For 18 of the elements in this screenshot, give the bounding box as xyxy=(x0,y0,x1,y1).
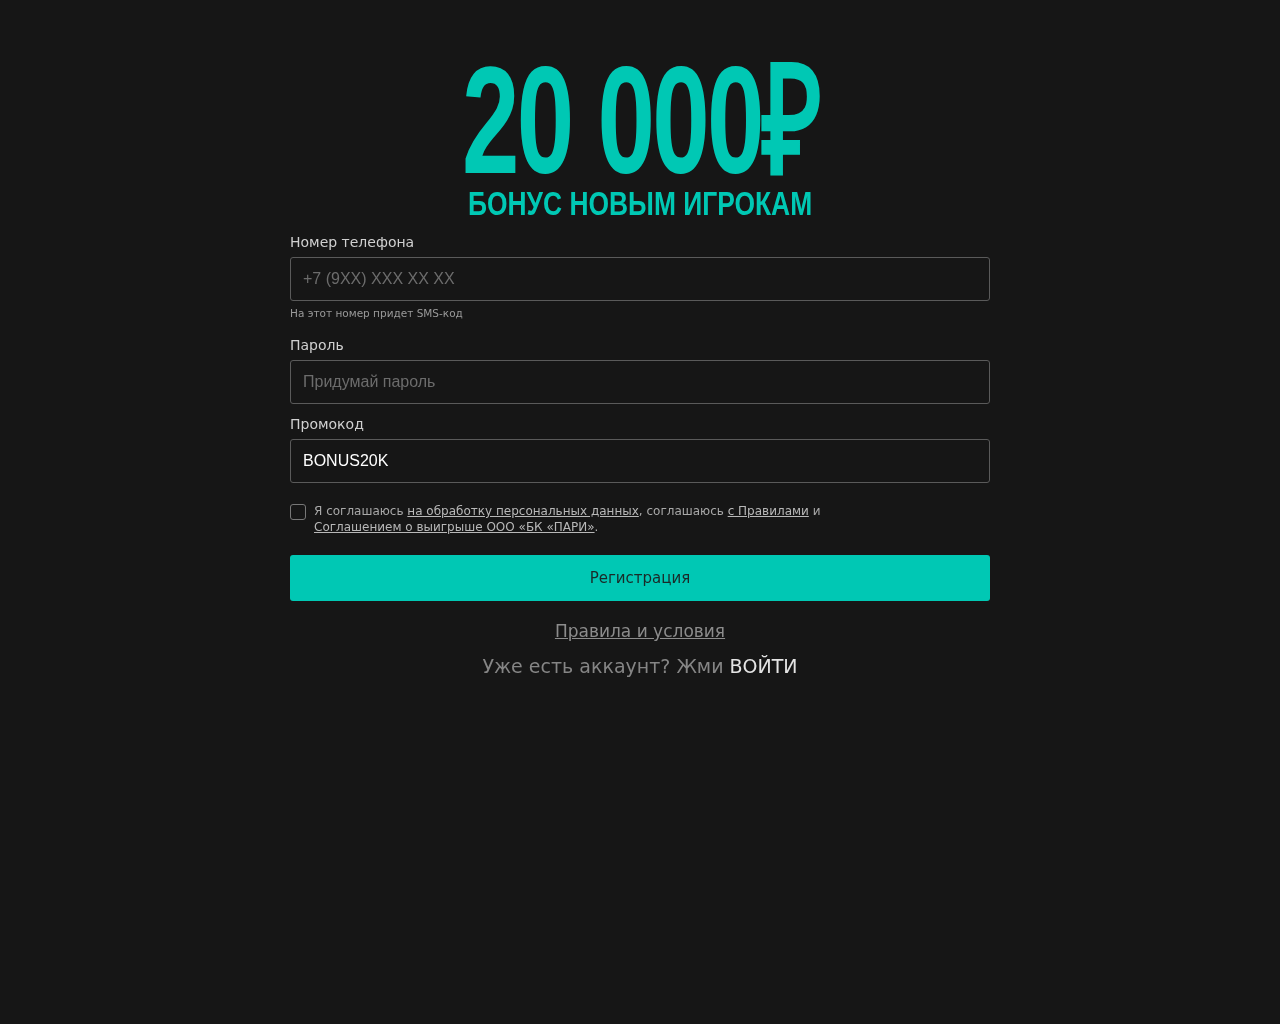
consent-link[interactable]: с Правилами xyxy=(727,504,809,518)
bonus-subtitle: БОНУС НОВЫМ ИГРОКАМ xyxy=(467,186,813,222)
consent-link[interactable]: Соглашением о выигрыше ООО «БК «ПАРИ» xyxy=(314,520,595,534)
login-prompt: Уже есть аккаунт? Жми xyxy=(482,655,724,677)
input-field[interactable]: BONUS20K xyxy=(290,439,990,483)
login-link[interactable]: ВОЙТИ xyxy=(729,655,798,677)
rules-link[interactable]: Правила и условия xyxy=(554,621,726,641)
bonus-amount: 20 000₽ xyxy=(461,58,819,182)
field-hint: На этот номер придет SMS-код xyxy=(290,307,464,319)
input-field[interactable]: +7 (9XX) XXX XX XX xyxy=(290,257,990,301)
consent-checkbox[interactable] xyxy=(290,504,306,520)
consent-text: Я соглашаюсь на обработку персональных данных, соглашаюсь с Правилами и Соглашением о выигрыше ООО «БК «ПАРИ». xyxy=(314,503,822,535)
input-field[interactable]: Придумай пароль xyxy=(290,360,990,404)
consent-link[interactable]: на обработку персональных данных xyxy=(407,504,639,518)
register-button[interactable]: Регистрация xyxy=(290,555,990,601)
field-label: Пароль xyxy=(290,337,345,353)
field-label: Номер телефона xyxy=(290,234,416,250)
field-label: Промокод xyxy=(290,416,365,432)
